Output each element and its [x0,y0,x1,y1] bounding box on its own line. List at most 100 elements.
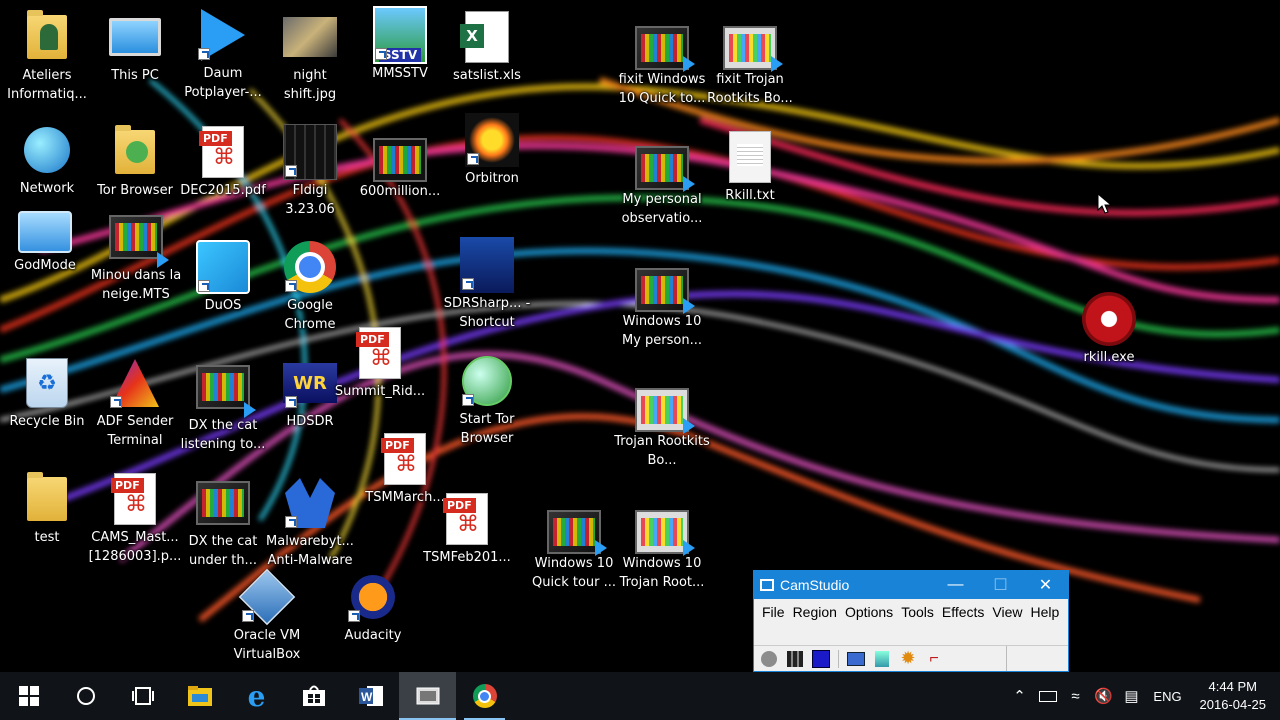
desktop-icon-fixit-win10[interactable]: fixit Windows 10 Quick to... [612,26,712,108]
desktop-icon-tsmfeb[interactable]: PDF ⌘ TSMFeb201... [423,492,511,567]
desktop-icon-daum-potplayer[interactable]: Daum Potplayer-... [179,8,267,102]
settings-icon[interactable]: ✹ [899,648,917,668]
desktop-icon-label: This PC [111,68,159,83]
desktop-icon-duos[interactable]: DuOS [179,240,267,315]
desktop-icon-start-tor[interactable]: Start Tor Browser [443,354,531,448]
desktop-icon-dec2015[interactable]: PDF ⌘ DEC2015.pdf [179,125,267,200]
stop-icon[interactable] [812,649,830,668]
camstudio-window[interactable]: CamStudio — ☐ ✕ File Region Options Tool… [753,570,1069,672]
maximize-icon[interactable]: ☐ [978,571,1023,599]
network-icon [24,127,70,173]
desktop-icon-win10-quick-tour[interactable]: Windows 10 Quick tour ... [524,510,624,592]
desktop-icon-rkill-exe[interactable]: rkill.exe [1065,292,1153,367]
cortana-icon[interactable] [57,672,114,720]
close-icon[interactable]: ✕ [1023,571,1068,599]
desktop-icon-win10-trojan[interactable]: Windows 10 Trojan Root... [612,510,712,592]
recycle-bin-icon: ♻ [26,358,68,408]
desktop-icon-tor-browser[interactable]: Tor Browser [91,125,179,200]
desktop-icon-600million[interactable]: 600million... [356,138,444,201]
pdf-file-icon: PDF ⌘ [356,327,401,379]
video-file-icon [635,388,689,432]
menu-view[interactable]: View [988,601,1026,624]
desktop-icon-label: fixit Trojan Rootkits Bo... [707,72,793,106]
menu-region[interactable]: Region [789,601,841,624]
desktop-icon-dx-cat-under[interactable]: DX the cat under th... [179,476,267,570]
menu-tools[interactable]: Tools [897,601,938,624]
menu-options[interactable]: Options [841,601,897,624]
camstudio-menubar: File Region Options Tools Effects View H… [754,599,1068,624]
desktop-icon-label: DuOS [204,298,242,313]
language-indicator[interactable]: ENG [1146,689,1190,704]
desktop-icon-label: CAMS_Mast... [1286003].p... [88,530,182,564]
menu-help[interactable]: Help [1027,601,1064,624]
minimize-view-icon[interactable]: ⌐ [925,650,943,668]
text-file-icon [729,131,771,183]
edge-icon[interactable]: e [228,672,285,720]
desktop-icon-cams[interactable]: PDF ⌘ CAMS_Mast... [1286003].p... [88,472,182,566]
desktop-icon-this-pc[interactable]: This PC [91,10,179,85]
task-view-icon[interactable] [114,672,171,720]
clock[interactable]: 4:44 PM 2016-04-25 [1200,678,1267,714]
desktop-icon-trojan-rootkits[interactable]: Trojan Rootkits Bo... [612,388,712,470]
desktop-icon-adf-sender[interactable]: ADF Sender Terminal [91,356,179,450]
menu-file[interactable]: File [758,601,789,624]
desktop-icon-label: Oracle VM VirtualBox [233,628,301,662]
action-center-icon[interactable]: ▤ [1118,687,1146,705]
control-panel-icon [18,211,72,253]
store-icon[interactable] [285,672,342,720]
desktop-icon-fldigi[interactable]: Fldigi 3.23.06 [266,124,354,219]
camstudio-icon[interactable] [399,672,456,720]
folder-icon [27,472,67,521]
desktop-icon-network[interactable]: Network [3,123,91,198]
wifi-icon[interactable]: ≈ [1062,688,1090,705]
annotation-icon[interactable] [847,650,865,668]
desktop-icon-label: Malwarebyt... Anti-Malware [266,534,354,568]
desktop-icon-virtualbox[interactable]: Oracle VM VirtualBox [223,568,311,664]
video-file-icon [373,138,427,182]
desktop-icon-mmsstv[interactable]: SSTV MMSSTV [356,6,444,83]
desktop-icon-ateliers[interactable]: Ateliers Informatiq... [3,10,91,104]
record-icon[interactable] [760,650,778,668]
rkill-icon [1082,292,1136,346]
desktop-icon-test[interactable]: test [3,472,91,547]
battery-icon[interactable] [1034,690,1062,702]
desktop-icon-satslist[interactable]: X satslist.xls [443,10,531,85]
region-icon[interactable] [873,650,891,668]
desktop-icon-minou[interactable]: Minou dans la neige.MTS [86,210,186,304]
pdf-file-icon: PDF ⌘ [443,493,488,545]
desktop-icon-label: Windows 10 My person... [622,314,702,348]
desktop-icon-my-observatory[interactable]: My personal observatio... [612,146,712,228]
desktop-icon-label: Fldigi 3.23.06 [285,183,335,217]
desktop-icon-label: fixit Windows 10 Quick to... [618,72,706,106]
desktop-icon-orbitron[interactable]: Orbitron [448,113,536,188]
desktop-icon-night-shift[interactable]: night shift.jpg [266,10,354,104]
desktop-icon-sdrsharp[interactable]: SDRSharp... - Shortcut [443,237,531,332]
camstudio-titlebar[interactable]: CamStudio — ☐ ✕ [754,571,1068,599]
desktop-icon-google-chrome[interactable]: Google Chrome [266,240,354,334]
desktop-icon-label: Tor Browser [97,183,173,198]
image-file-icon [283,17,337,57]
minimize-icon[interactable]: — [933,571,978,599]
desktop-icon-malwarebytes[interactable]: Malwarebyt... Anti-Malware [266,476,354,570]
desktop-icon-win10-my-person[interactable]: Windows 10 My person... [612,268,712,350]
desktop-icon-label: MMSSTV [372,66,428,81]
file-explorer-icon[interactable] [171,672,228,720]
computer-icon [109,18,161,56]
volume-muted-icon[interactable]: 🔇 [1090,687,1118,705]
pause-icon[interactable] [786,650,804,668]
desktop-icon-rkill-txt[interactable]: Rkill.txt [706,130,794,205]
start-icon[interactable] [0,672,57,720]
desktop-icon-godmode[interactable]: GodMode [1,210,89,275]
desktop-icon-fixit-trojan[interactable]: fixit Trojan Rootkits Bo... [700,26,800,108]
desktop-icon-dx-cat-listening[interactable]: DX the cat listening to... [179,360,267,454]
chrome-icon[interactable] [456,672,513,720]
desktop-icon-label: night shift.jpg [283,68,337,102]
desktop-icon-recycle-bin[interactable]: ♻ Recycle Bin [3,356,91,431]
taskbar: e W ⌃ ≈ 🔇 ▤ ENG 4:44 PM 2016-04-25 [0,672,1280,720]
camstudio-toolbar: ✹ ⌐ [754,645,1068,671]
word-icon[interactable]: W [342,672,399,720]
show-hidden-icons-icon[interactable]: ⌃ [1006,687,1034,705]
menu-effects[interactable]: Effects [938,601,989,624]
desktop-icon-audacity[interactable]: Audacity [329,570,417,645]
desktop-icon-summit[interactable]: PDF ⌘ Summit_Rid... [335,326,425,401]
